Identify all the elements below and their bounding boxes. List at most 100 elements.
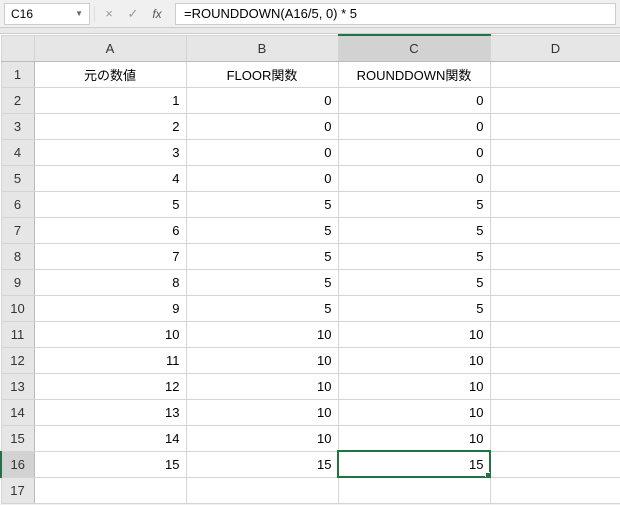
fx-icon[interactable]: fx	[149, 6, 165, 22]
cell[interactable]: 10	[186, 347, 338, 373]
cell[interactable]	[490, 399, 620, 425]
cell[interactable]: 3	[34, 139, 186, 165]
row-header-15[interactable]: 15	[1, 425, 34, 451]
cell[interactable]: 0	[186, 87, 338, 113]
formula-input[interactable]: =ROUNDDOWN(A16/5, 0) * 5	[175, 3, 616, 25]
select-all-corner[interactable]	[1, 35, 34, 61]
cell[interactable]	[490, 347, 620, 373]
row-header-16[interactable]: 16	[1, 451, 34, 477]
cell[interactable]	[490, 295, 620, 321]
cell[interactable]	[490, 373, 620, 399]
cell[interactable]	[490, 113, 620, 139]
cancel-icon[interactable]: ×	[101, 6, 117, 22]
row-header-12[interactable]: 12	[1, 347, 34, 373]
cell[interactable]: 5	[338, 269, 490, 295]
cell[interactable]: 2	[34, 113, 186, 139]
cell[interactable]	[490, 425, 620, 451]
cell[interactable]	[490, 139, 620, 165]
cell[interactable]: 5	[34, 191, 186, 217]
cell[interactable]: 10	[338, 425, 490, 451]
cell[interactable]: 13	[34, 399, 186, 425]
cell[interactable]: 9	[34, 295, 186, 321]
cell[interactable]: 10	[186, 399, 338, 425]
row-header-10[interactable]: 10	[1, 295, 34, 321]
name-box[interactable]: C16 ▼	[4, 3, 90, 25]
cell[interactable]: 7	[34, 243, 186, 269]
cell[interactable]	[490, 191, 620, 217]
cell[interactable]: 11	[34, 347, 186, 373]
cell[interactable]: 5	[338, 191, 490, 217]
row-header-2[interactable]: 2	[1, 87, 34, 113]
cell[interactable]: 5	[338, 243, 490, 269]
cell[interactable]: 12	[34, 373, 186, 399]
cell[interactable]: 5	[186, 295, 338, 321]
cell[interactable]: 10	[338, 373, 490, 399]
row-header-14[interactable]: 14	[1, 399, 34, 425]
row-header-5[interactable]: 5	[1, 165, 34, 191]
cell[interactable]: 0	[186, 139, 338, 165]
cell[interactable]: 元の数値	[34, 61, 186, 87]
cell[interactable]: 14	[34, 425, 186, 451]
cell[interactable]	[490, 321, 620, 347]
cell[interactable]	[490, 269, 620, 295]
cell[interactable]: 15	[186, 451, 338, 477]
cell[interactable]: 5	[186, 217, 338, 243]
cell[interactable]	[34, 477, 186, 503]
row-header-11[interactable]: 11	[1, 321, 34, 347]
cell[interactable]	[490, 243, 620, 269]
row-header-8[interactable]: 8	[1, 243, 34, 269]
cell[interactable]	[186, 477, 338, 503]
cell[interactable]: 0	[338, 113, 490, 139]
cell[interactable]: 5	[338, 295, 490, 321]
cell[interactable]: FLOOR関数	[186, 61, 338, 87]
table-row: 2100	[1, 87, 620, 113]
row-header-9[interactable]: 9	[1, 269, 34, 295]
cell[interactable]: ROUNDDOWN関数	[338, 61, 490, 87]
cell[interactable]: 5	[186, 269, 338, 295]
cell[interactable]: 0	[338, 165, 490, 191]
cell[interactable]: 1	[34, 87, 186, 113]
row-header-13[interactable]: 13	[1, 373, 34, 399]
cell[interactable]: 10	[186, 373, 338, 399]
cell[interactable]: 5	[186, 243, 338, 269]
row-header-3[interactable]: 3	[1, 113, 34, 139]
cell[interactable]: 5	[186, 191, 338, 217]
cell[interactable]: 15	[34, 451, 186, 477]
cell[interactable]: 10	[338, 399, 490, 425]
name-box-value: C16	[11, 7, 33, 21]
cell[interactable]	[490, 477, 620, 503]
table-row: 6555	[1, 191, 620, 217]
cell[interactable]: 4	[34, 165, 186, 191]
cell[interactable]: 6	[34, 217, 186, 243]
row-header-1[interactable]: 1	[1, 61, 34, 87]
cell[interactable]: 0	[338, 139, 490, 165]
cell[interactable]: 10	[34, 321, 186, 347]
cell[interactable]: 10	[186, 425, 338, 451]
cell[interactable]	[490, 217, 620, 243]
cell[interactable]: 0	[338, 87, 490, 113]
row-header-4[interactable]: 4	[1, 139, 34, 165]
column-header-D[interactable]: D	[490, 35, 620, 61]
cell[interactable]: 10	[338, 347, 490, 373]
row-header-7[interactable]: 7	[1, 217, 34, 243]
cell[interactable]: 0	[186, 113, 338, 139]
cell[interactable]: 8	[34, 269, 186, 295]
cell[interactable]	[490, 61, 620, 87]
row-header-17[interactable]: 17	[1, 477, 34, 503]
cell[interactable]: 5	[338, 217, 490, 243]
cell[interactable]	[490, 165, 620, 191]
table-row: 14131010	[1, 399, 620, 425]
row-header-6[interactable]: 6	[1, 191, 34, 217]
cell[interactable]: 15	[338, 451, 490, 477]
cell[interactable]	[490, 87, 620, 113]
cell[interactable]: 10	[338, 321, 490, 347]
confirm-icon[interactable]: ✓	[125, 6, 141, 22]
column-header-C[interactable]: C	[338, 35, 490, 61]
cell[interactable]	[490, 451, 620, 477]
cell[interactable]: 0	[186, 165, 338, 191]
column-header-B[interactable]: B	[186, 35, 338, 61]
grid-table: ABCD 1元の数値FLOOR関数ROUNDDOWN関数210032004300…	[0, 34, 620, 504]
column-header-A[interactable]: A	[34, 35, 186, 61]
cell[interactable]	[338, 477, 490, 503]
cell[interactable]: 10	[186, 321, 338, 347]
